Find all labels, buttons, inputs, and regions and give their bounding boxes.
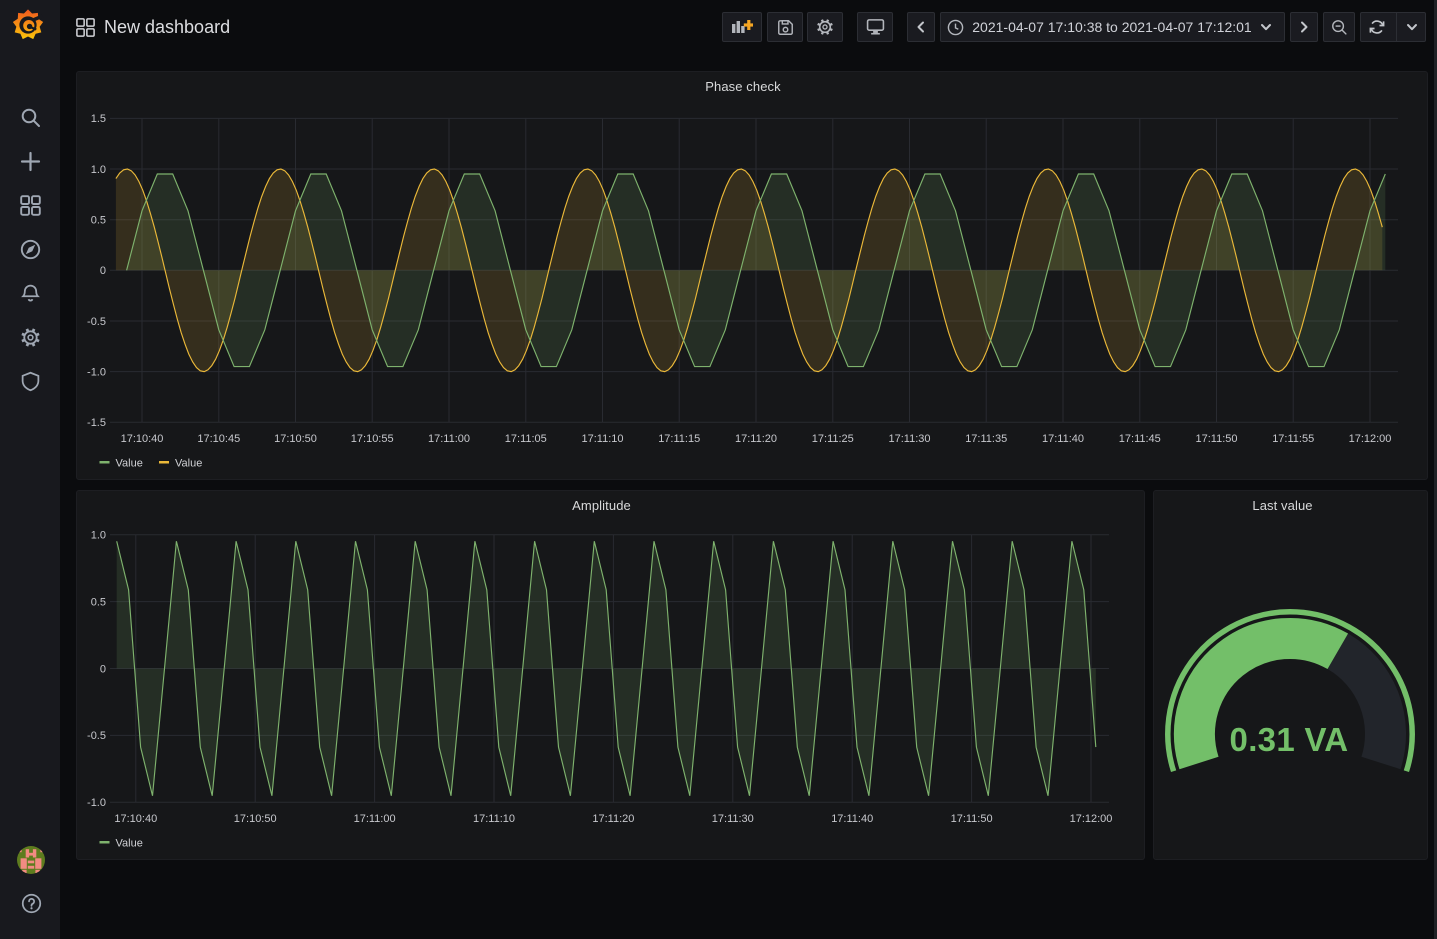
svg-text:17:11:30: 17:11:30 [712, 813, 754, 825]
svg-text:-0.5: -0.5 [87, 730, 106, 742]
svg-text:0.5: 0.5 [91, 596, 106, 608]
svg-text:17:11:40: 17:11:40 [831, 813, 873, 825]
svg-text:17:11:35: 17:11:35 [965, 433, 1007, 445]
svg-text:17:11:00: 17:11:00 [354, 813, 396, 825]
svg-text:17:11:55: 17:11:55 [1272, 433, 1314, 445]
svg-text:17:11:20: 17:11:20 [592, 813, 634, 825]
svg-text:-0.5: -0.5 [87, 316, 106, 328]
svg-text:Value: Value [116, 458, 143, 470]
svg-text:17:10:40: 17:10:40 [121, 433, 164, 445]
svg-text:17:12:00: 17:12:00 [1349, 433, 1392, 445]
svg-text:0: 0 [100, 663, 106, 675]
svg-text:17:10:50: 17:10:50 [234, 813, 277, 825]
svg-text:17:11:50: 17:11:50 [1195, 433, 1237, 445]
svg-text:17:11:10: 17:11:10 [473, 813, 515, 825]
svg-text:17:10:50: 17:10:50 [274, 433, 317, 445]
svg-text:17:11:40: 17:11:40 [1042, 433, 1084, 445]
svg-text:17:10:45: 17:10:45 [197, 433, 240, 445]
svg-text:0: 0 [100, 265, 106, 277]
svg-text:Value: Value [116, 838, 143, 850]
svg-text:17:11:30: 17:11:30 [888, 433, 930, 445]
svg-text:1.5: 1.5 [91, 113, 106, 125]
svg-text:Value: Value [175, 458, 202, 470]
svg-text:17:11:50: 17:11:50 [951, 813, 993, 825]
svg-text:17:11:25: 17:11:25 [812, 433, 854, 445]
svg-text:-1.0: -1.0 [87, 366, 106, 378]
svg-text:17:11:15: 17:11:15 [658, 433, 700, 445]
svg-text:17:11:00: 17:11:00 [428, 433, 470, 445]
svg-text:0.31 VA: 0.31 VA [1230, 721, 1349, 758]
svg-text:1.0: 1.0 [91, 530, 106, 542]
svg-text:17:12:00: 17:12:00 [1070, 813, 1113, 825]
svg-text:-1.0: -1.0 [87, 797, 106, 809]
svg-text:17:11:20: 17:11:20 [735, 433, 777, 445]
svg-text:-1.5: -1.5 [87, 417, 106, 429]
svg-text:1.0: 1.0 [91, 164, 106, 176]
svg-text:17:10:40: 17:10:40 [114, 813, 157, 825]
svg-text:0.5: 0.5 [91, 215, 106, 227]
svg-text:17:11:45: 17:11:45 [1119, 433, 1161, 445]
svg-text:17:10:55: 17:10:55 [351, 433, 394, 445]
svg-text:17:11:10: 17:11:10 [581, 433, 623, 445]
svg-text:17:11:05: 17:11:05 [505, 433, 547, 445]
